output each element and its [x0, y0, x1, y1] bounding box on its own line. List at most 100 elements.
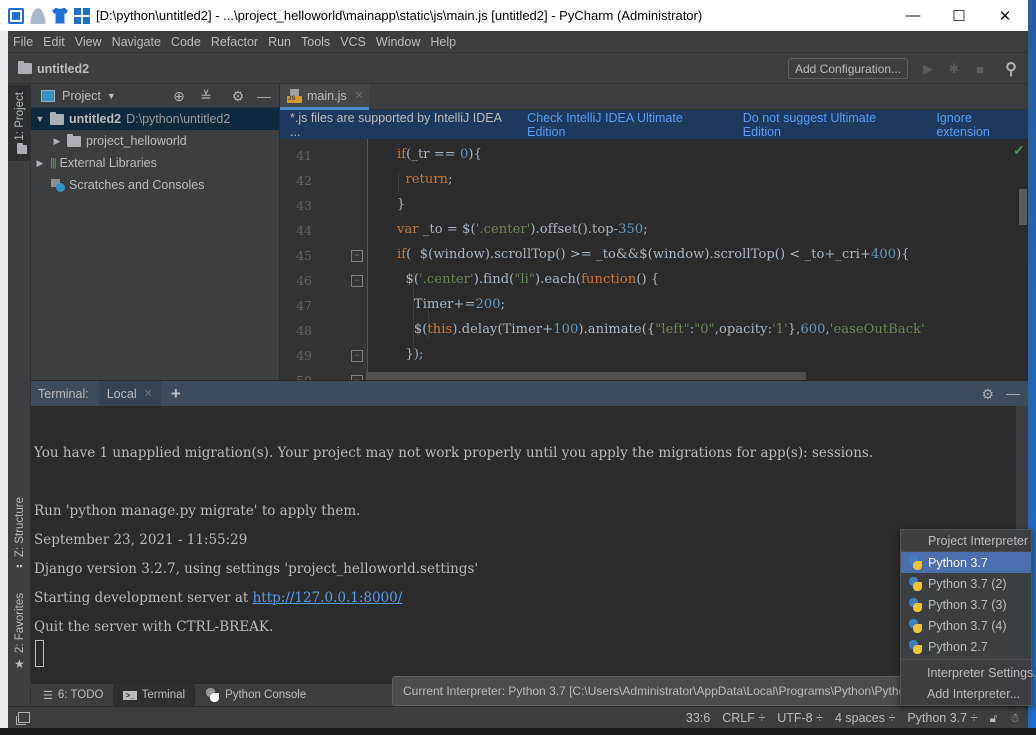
tree-item-scratches[interactable]: Scratches and Consoles [31, 174, 279, 196]
python-icon [908, 576, 922, 591]
code-line: Timer+=200; [397, 297, 506, 312]
user-icon[interactable] [30, 7, 46, 24]
interpreter-settings-item[interactable]: Interpreter Settings... [901, 662, 1036, 683]
do-not-suggest-link[interactable]: Do not suggest Ultimate Edition [743, 111, 917, 139]
menu-tools[interactable]: Tools [296, 35, 335, 49]
tool-tab-terminal[interactable]: >_ Terminal [113, 684, 196, 706]
interpreter-option[interactable]: Python 3.7 (2) [901, 573, 1031, 594]
locate-icon[interactable]: ⊕ [171, 88, 187, 104]
tool-tab-favorites[interactable]: 2: Favorites ★ [8, 592, 31, 672]
interpreter-option-label: Python 3.7 [928, 555, 988, 570]
check-ultimate-link[interactable]: Check IntelliJ IDEA Ultimate Edition [527, 111, 723, 139]
add-configuration-button[interactable]: Add Configuration... [788, 58, 909, 79]
terminal-output[interactable]: You have 1 unapplied migration(s). Your … [31, 406, 1028, 684]
collapse-arrow-icon[interactable]: ▶ [51, 136, 63, 147]
interpreter-option[interactable]: Python 3.7 (4) [901, 615, 1031, 636]
minimize-button[interactable]: — [890, 0, 936, 31]
python-icon [908, 555, 922, 570]
terminal-tab-local[interactable]: Local ✕ [98, 380, 161, 407]
server-url-link[interactable]: http://127.0.0.1:8000/ [253, 590, 403, 606]
add-interpreter-item[interactable]: Add Interpreter... [901, 683, 1031, 704]
left-tool-strip: 1: Project Z: Structure ▪▪ 2: Favorites … [8, 84, 31, 706]
terminal-text: Starting development server at [34, 590, 253, 606]
interpreter-selector[interactable]: Python 3.7 ÷ [907, 711, 977, 725]
gear-icon[interactable]: ⚙ [981, 386, 994, 403]
code-line: $(this).delay(Timer+100).animate({"left"… [397, 322, 925, 337]
tree-item-label: project_helloworld [86, 134, 187, 148]
windows-icon[interactable] [74, 7, 90, 24]
window-title: [D:\python\untitled2] - ...\project_hell… [96, 8, 703, 23]
menu-help[interactable]: Help [425, 35, 461, 49]
python-icon [908, 639, 922, 654]
close-tab-icon[interactable]: ✕ [355, 89, 364, 102]
vertical-scrollbar[interactable] [1019, 189, 1027, 225]
hide-icon[interactable]: — [256, 88, 272, 104]
toggle-tool-windows-icon[interactable] [18, 712, 30, 723]
project-panel: Project ▼ ⊕ ≚ ⚙ — ▼ untitled2 D:\python\… [31, 84, 280, 380]
indent-setting[interactable]: 4 spaces ÷ [835, 711, 895, 725]
code-editor[interactable]: 41 42 43 44 45 46 47 48 49 50 − − − − if… [280, 139, 1028, 380]
terminal-tab-label: Local [106, 386, 137, 401]
tool-tab-label: Terminal [141, 689, 186, 701]
terminal-icon: >_ [123, 690, 137, 700]
fold-marker-icon[interactable]: − [351, 350, 363, 362]
shirt-icon[interactable] [52, 7, 68, 24]
new-terminal-button[interactable]: + [171, 384, 181, 404]
maximize-button[interactable]: ☐ [936, 0, 982, 31]
tool-tab-python-console[interactable]: Python Console [195, 684, 316, 706]
fold-marker-icon[interactable]: − [351, 250, 363, 262]
expand-arrow-icon[interactable]: ▼ [34, 114, 46, 124]
menu-edit[interactable]: Edit [38, 35, 70, 49]
interpreter-option[interactable]: Python 3.7 (3) [901, 594, 1031, 615]
lock-icon[interactable]: 🔓︎ [989, 711, 997, 726]
interpreter-option[interactable]: Python 2.7 [901, 636, 1031, 657]
menu-vcs[interactable]: VCS [335, 35, 371, 49]
hide-icon[interactable]: — [1006, 385, 1020, 401]
collapse-arrow-icon[interactable]: ▶ [34, 158, 46, 169]
terminal-header: Terminal: Local ✕ + ⚙ — [31, 380, 1028, 407]
file-encoding[interactable]: UTF-8 ÷ [777, 711, 823, 725]
tree-item-untitled2[interactable]: ▼ untitled2 D:\python\untitled2 [31, 108, 279, 130]
inspector-icon[interactable]: ☃︎ [1009, 711, 1020, 725]
keyboard-icon[interactable] [8, 7, 24, 24]
menu-refactor[interactable]: Refactor [206, 35, 263, 49]
tool-tab-project[interactable]: 1: Project [8, 85, 31, 161]
terminal-cursor [35, 640, 44, 667]
menu-view[interactable]: View [70, 35, 107, 49]
close-button[interactable]: ✕ [982, 0, 1028, 31]
tree-item-external-libraries[interactable]: ▶ ||| External Libraries [31, 152, 279, 174]
close-tab-icon[interactable]: ✕ [144, 387, 153, 400]
tool-tab-project-label: 1: Project [13, 92, 26, 141]
tool-tab-todo[interactable]: ☰ 6: TODO [33, 684, 113, 706]
menu-run[interactable]: Run [263, 35, 296, 49]
tree-item-path: D:\python\untitled2 [126, 112, 231, 126]
fold-marker-icon[interactable]: − [351, 275, 363, 287]
line-number: 48 [296, 323, 312, 338]
caret-position[interactable]: 33:6 [686, 711, 710, 725]
menu-code[interactable]: Code [166, 35, 206, 49]
menu-file[interactable]: File [8, 35, 38, 49]
tool-tab-structure[interactable]: Z: Structure ▪▪ [8, 494, 31, 574]
terminal-line: Quit the server with CTRL-BREAK. [34, 619, 274, 635]
interpreter-option[interactable]: Python 3.7 [901, 552, 1031, 573]
debug-icon[interactable]: ✱ [946, 61, 962, 77]
project-view-selector[interactable]: Project ▼ [41, 89, 116, 103]
gear-icon[interactable]: ⚙ [230, 88, 246, 104]
folder-icon [16, 142, 27, 154]
ignore-extension-link[interactable]: Ignore extension [936, 111, 1028, 139]
horizontal-scrollbar[interactable] [366, 372, 806, 380]
tab-main-js[interactable]: JS main.js ✕ [280, 84, 369, 110]
run-icon[interactable]: ▶ [920, 61, 936, 77]
editor-gutter: 41 42 43 44 45 46 47 48 49 50 − − − − [280, 139, 368, 380]
terminal-line: Starting development server at http://12… [34, 590, 402, 606]
line-separator[interactable]: CRLF ÷ [722, 711, 765, 725]
search-icon[interactable]: ⚲ [1003, 61, 1019, 78]
tree-item-project-helloworld[interactable]: ▶ project_helloworld [31, 130, 279, 152]
inspection-ok-icon[interactable]: ✓ [1013, 142, 1025, 159]
stop-icon[interactable]: ■ [972, 61, 988, 77]
breadcrumb[interactable]: untitled2 [18, 61, 89, 76]
code-line: if( $(window).scrollTop() >= _to&&$(wind… [397, 247, 910, 262]
collapse-all-icon[interactable]: ≚ [198, 88, 214, 104]
menu-navigate[interactable]: Navigate [107, 35, 166, 49]
menu-window[interactable]: Window [371, 35, 425, 49]
